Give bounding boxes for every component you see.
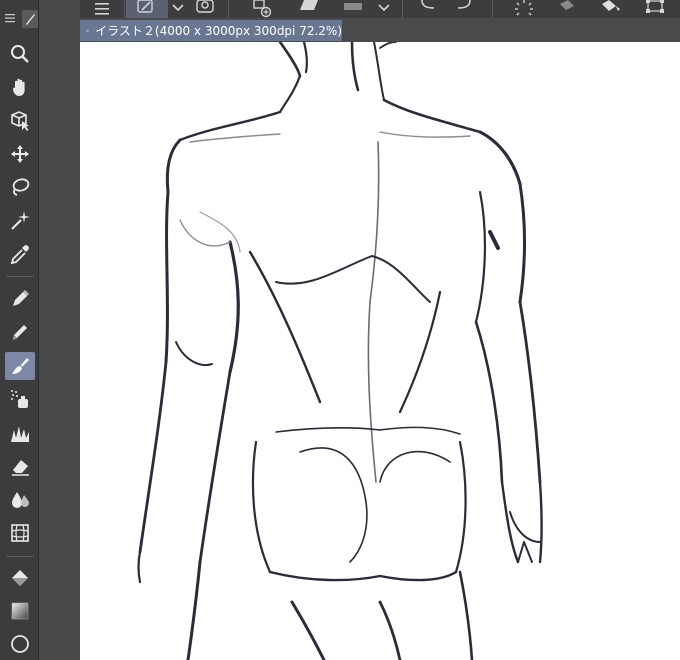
brush-tool[interactable] <box>5 352 35 380</box>
shape-tool[interactable] <box>5 630 35 658</box>
palette-gutter <box>39 0 81 660</box>
shape-icon <box>11 635 29 653</box>
airbrush-tool[interactable] <box>5 385 35 413</box>
command-bar <box>80 0 680 18</box>
gradient-icon <box>11 602 29 620</box>
eyedropper-icon <box>10 245 29 265</box>
print-icon[interactable] <box>338 0 368 18</box>
canvas-tab[interactable]: イラスト２(4000 x 3000px 300dpi 72.2%) <box>80 20 342 41</box>
pencil-icon <box>13 325 27 340</box>
tool-separator <box>6 276 34 277</box>
palette-menu-icon[interactable] <box>4 12 16 24</box>
object-select-icon <box>11 111 29 131</box>
blend-tool[interactable] <box>5 485 35 513</box>
tool-separator <box>6 556 34 557</box>
tool-palette <box>0 0 39 660</box>
tool-palette-header <box>0 8 38 30</box>
decoration-tool[interactable] <box>5 419 35 447</box>
lasso-tool[interactable] <box>5 173 35 201</box>
lasso-icon <box>12 178 30 196</box>
move-icon <box>11 145 29 163</box>
fill-icon <box>12 570 28 586</box>
transform-icon[interactable] <box>640 0 670 18</box>
fill-bucket-icon[interactable] <box>598 0 628 18</box>
figure-sketch <box>137 42 543 660</box>
undo-icon[interactable] <box>416 0 440 18</box>
fill-tool[interactable] <box>5 564 35 592</box>
eraser-tool[interactable] <box>5 452 35 480</box>
figure-icon <box>11 524 29 542</box>
command-separator <box>124 0 125 18</box>
redo-icon[interactable] <box>452 0 476 18</box>
close-icon[interactable] <box>86 26 89 36</box>
command-separator <box>228 0 229 18</box>
magic-wand-icon <box>11 211 30 230</box>
pen-icon <box>13 290 29 306</box>
eraser-icon <box>12 460 29 476</box>
drawing-canvas[interactable] <box>80 42 680 660</box>
move-tool[interactable] <box>5 140 35 168</box>
gradient-tool[interactable] <box>5 597 35 625</box>
hand-icon <box>12 78 25 96</box>
chevron-down-icon[interactable] <box>374 0 394 18</box>
zoom-tool[interactable] <box>5 40 35 68</box>
command-separator <box>492 0 493 18</box>
layer-icon[interactable] <box>294 0 324 18</box>
menu-icon[interactable] <box>92 0 112 18</box>
loading-icon <box>515 0 533 16</box>
pencil-tool[interactable] <box>5 318 35 346</box>
blend-icon <box>12 492 29 508</box>
hand-tool[interactable] <box>5 73 35 101</box>
edit-icon[interactable] <box>126 0 168 18</box>
eyedropper-tool[interactable] <box>5 240 35 268</box>
brush-icon <box>12 358 29 374</box>
decoration-icon <box>11 426 29 442</box>
airbrush-icon <box>11 390 28 408</box>
object-tool[interactable] <box>5 106 35 134</box>
fill-bucket-icon[interactable] <box>556 0 580 18</box>
palette-pen-icon <box>22 10 38 28</box>
chevron-down-icon[interactable] <box>168 0 188 18</box>
canvas-tab-strip: イラスト２(4000 x 3000px 300dpi 72.2%) <box>80 18 680 42</box>
magic-wand-tool[interactable] <box>5 206 35 234</box>
zoom-icon <box>11 45 29 63</box>
add-icon[interactable] <box>246 0 276 18</box>
stamp-icon[interactable] <box>190 0 220 18</box>
canvas-tab-title: イラスト２(4000 x 3000px 300dpi 72.2%) <box>95 24 342 38</box>
figure-tool[interactable] <box>5 519 35 547</box>
command-separator <box>402 0 403 18</box>
pen-tool[interactable] <box>5 284 35 312</box>
